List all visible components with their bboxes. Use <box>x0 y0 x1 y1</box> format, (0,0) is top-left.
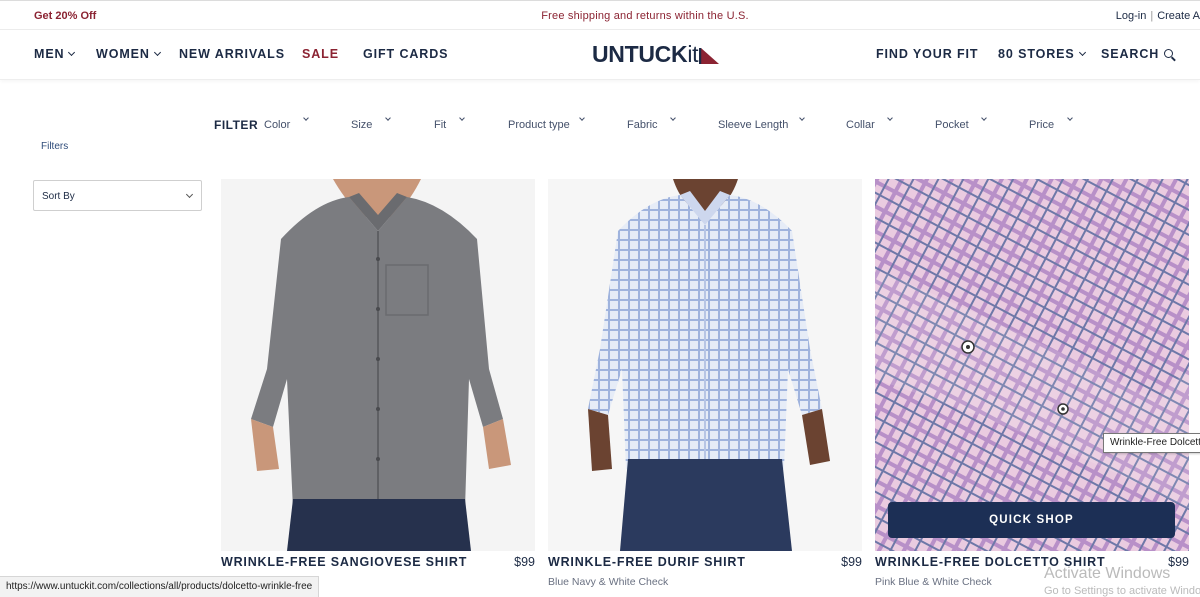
watermark-subtitle: Go to Settings to activate Windows. <box>1044 585 1200 597</box>
sort-by-label: Sort By <box>42 191 75 202</box>
nav-stores[interactable]: 80 STORES <box>998 47 1086 61</box>
nav-search[interactable]: SEARCH <box>1101 47 1174 61</box>
chevron-down-icon <box>459 115 465 121</box>
filters-toggle-link[interactable]: Filters <box>41 141 68 152</box>
main-nav: MEN WOMEN NEW ARRIVALS SALE GIFT CARDS U… <box>0 30 1200 80</box>
product-card[interactable]: WRINKLE-FREE DURIF SHIRT $99 Blue Navy &… <box>548 179 862 597</box>
product-card[interactable]: WRINKLE-FREE SANGIOVESE SHIRT $99 <box>221 179 535 597</box>
product-image[interactable]: QUICK SHOP <box>875 179 1189 551</box>
nav-new-arrivals[interactable]: NEW ARRIVALS <box>179 47 285 61</box>
product-image[interactable] <box>548 179 862 551</box>
chevron-down-icon <box>153 48 161 57</box>
logo-it-text: it <box>687 41 699 67</box>
promo-bar: Get 20% Off Free shipping and returns wi… <box>0 0 1200 30</box>
filter-price[interactable]: Price <box>1029 115 1073 131</box>
nav-women[interactable]: WOMEN <box>96 47 161 61</box>
filter-fit[interactable]: Fit <box>434 115 465 131</box>
filter-fabric[interactable]: Fabric <box>627 115 676 131</box>
nav-stores-label: 80 STORES <box>998 47 1075 61</box>
filter-sleeve-length[interactable]: Sleeve Length <box>718 115 805 131</box>
nav-men-label: MEN <box>34 47 65 61</box>
logo-main-text: UNTUCK <box>592 41 688 67</box>
chevron-down-icon <box>1078 48 1086 57</box>
filter-color-label: Color <box>264 119 291 131</box>
chevron-down-icon <box>303 115 309 121</box>
nav-find-your-fit[interactable]: FIND YOUR FIT <box>876 47 978 61</box>
filter-product-type[interactable]: Product type <box>508 115 585 131</box>
filter-fit-label: Fit <box>434 119 447 131</box>
watermark-title: Activate Windows <box>1044 565 1171 582</box>
filter-collar-label: Collar <box>846 119 875 131</box>
filter-size[interactable]: Size <box>351 115 391 131</box>
product-image[interactable] <box>221 179 535 551</box>
filter-sleeve-length-label: Sleeve Length <box>718 119 789 131</box>
promo-shipping-text[interactable]: Free shipping and returns within the U.S… <box>0 10 1200 22</box>
chevron-down-icon <box>887 115 893 121</box>
chevron-down-icon <box>670 115 676 121</box>
product-color-variant: Blue Navy & White Check <box>548 576 669 588</box>
create-account-link[interactable]: Create A <box>1157 10 1200 22</box>
logo-flag-icon <box>699 48 720 64</box>
image-tooltip: Wrinkle-Free Dolcetto <box>1103 433 1200 453</box>
product-name[interactable]: WRINKLE-FREE SANGIOVESE SHIRT <box>221 555 467 569</box>
sort-by-select[interactable]: Sort By <box>33 180 202 211</box>
nav-gift-cards[interactable]: GIFT CARDS <box>363 47 448 61</box>
chevron-down-icon <box>385 115 391 121</box>
chevron-down-icon <box>799 115 805 121</box>
filter-color[interactable]: Color <box>264 115 309 131</box>
search-icon <box>1164 49 1174 58</box>
gray-shirt-model-image <box>221 179 535 551</box>
chevron-down-icon <box>68 48 76 57</box>
quick-shop-button[interactable]: QUICK SHOP <box>888 502 1175 538</box>
brand-logo[interactable]: UNTUCKit <box>592 41 720 67</box>
product-name[interactable]: WRINKLE-FREE DURIF SHIRT <box>548 555 746 569</box>
product-card[interactable]: QUICK SHOP WRINKLE-FREE DOLCETTO SHIRT $… <box>875 179 1189 597</box>
chevron-down-icon <box>185 190 194 199</box>
filter-collar[interactable]: Collar <box>846 115 893 131</box>
product-price: $99 <box>514 555 535 569</box>
product-color-variant: Pink Blue & White Check <box>875 576 992 588</box>
status-bar-url: https://www.untuckit.com/collections/all… <box>0 576 320 597</box>
chevron-down-icon <box>1067 115 1073 121</box>
activate-windows-watermark: Activate Windows Go to Settings to activ… <box>1044 565 1200 597</box>
blue-check-shirt-model-image <box>548 179 862 551</box>
chevron-down-icon <box>579 115 585 121</box>
filter-product-type-label: Product type <box>508 119 570 131</box>
link-separator: | <box>1150 10 1154 22</box>
filter-size-label: Size <box>351 119 373 131</box>
login-link[interactable]: Log-in <box>1116 10 1147 22</box>
filter-label: FILTER <box>214 118 259 132</box>
logo-wordmark: UNTUCKit <box>592 41 699 67</box>
nav-sale[interactable]: SALE <box>302 47 339 61</box>
nav-women-label: WOMEN <box>96 47 150 61</box>
filter-pocket[interactable]: Pocket <box>935 115 987 131</box>
chevron-down-icon <box>981 115 987 121</box>
pink-check-fabric-image <box>875 179 1189 551</box>
filter-pocket-label: Pocket <box>935 119 969 131</box>
account-links: Log-in | Create A <box>1116 10 1200 22</box>
filter-price-label: Price <box>1029 119 1055 131</box>
filter-fabric-label: Fabric <box>627 119 658 131</box>
nav-men[interactable]: MEN <box>34 47 76 61</box>
nav-search-label: SEARCH <box>1101 47 1160 61</box>
product-price: $99 <box>841 555 862 569</box>
